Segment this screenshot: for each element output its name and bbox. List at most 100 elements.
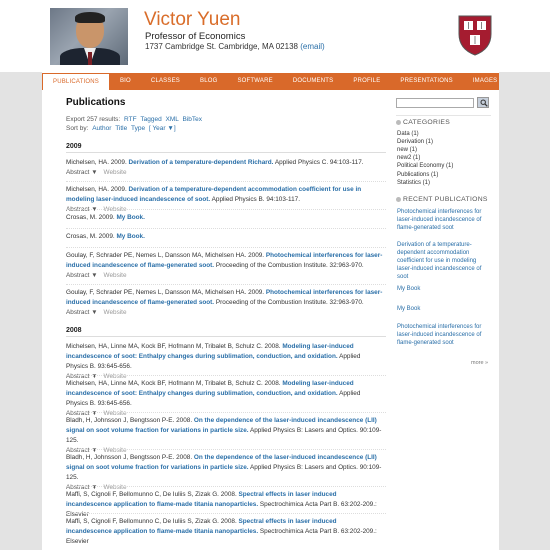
entry-authors: Bladh, H, Johnsson J, Bengtsson P-E. 200… (66, 417, 193, 424)
sort-type-link[interactable]: Type (131, 125, 145, 132)
entry-authors: Michelsen, HA. 2009. (66, 159, 127, 166)
entry-title-link[interactable]: Derivation of a temperature-dependent Ri… (129, 159, 274, 166)
recent-publication-link[interactable]: Photochemical interferences for laser-in… (397, 208, 489, 232)
publication-entry: Maffi, S, Cignoli F, Bellomunno C, De Iu… (66, 517, 384, 547)
entry-source: Applied Physics B. 94:103-117. (211, 196, 300, 203)
category-link[interactable]: new2 (1) (397, 155, 420, 161)
site-owner-name[interactable]: Victor Yuen (144, 9, 240, 31)
category-link[interactable]: new (1) (397, 147, 417, 153)
entry-authors: Maffi, S, Cignoli F, Bellomunno C, De Iu… (66, 518, 237, 525)
nav-item-blog[interactable]: BLOG (190, 73, 227, 90)
entry-links: Abstract ▼ Website (66, 271, 384, 281)
sort-bar: Sort by: Author Title Type [ Year ▼] (66, 125, 176, 132)
entry-authors: Crosas, M. 2009. (66, 233, 115, 240)
export-rtf-link[interactable]: RTF (124, 116, 137, 123)
publication-entry: Michelsen, HA. 2009. Derivation of a tem… (66, 185, 384, 215)
entry-separator (66, 486, 386, 487)
export-label: Export 257 results: (66, 116, 121, 123)
nav-item-documents[interactable]: DOCUMENTS (283, 73, 343, 90)
recent-publication-link[interactable]: Photochemical interferences for laser-in… (397, 323, 489, 347)
publication-entry: Bladh, H, Johnsson J, Bengtsson P-E. 200… (66, 416, 384, 456)
bullet-icon (396, 119, 401, 125)
nav-item-presentations[interactable]: PRESENTATIONS (390, 73, 462, 90)
entry-separator (66, 181, 386, 182)
year-divider (66, 336, 386, 337)
website-link[interactable]: Website (104, 272, 127, 279)
entry-links: Abstract ▼ Website (66, 308, 384, 318)
website-link[interactable]: Website (104, 169, 127, 176)
main-content: Publications (66, 93, 386, 108)
entry-links: Abstract ▼ Website (66, 168, 384, 178)
search-icon (480, 99, 488, 107)
entry-authors: Goulay, F, Schrader PE, Nemes L, Dansson… (66, 289, 265, 296)
export-xml-link[interactable]: XML (166, 116, 179, 123)
entry-separator (66, 209, 386, 210)
entry-authors: Michelsen, HA. 2009. (66, 186, 127, 193)
category-link[interactable]: Data (1) (397, 131, 419, 137)
entry-authors: Bladh, H, Johnsson J, Bengtsson P-E. 200… (66, 454, 193, 461)
category-link[interactable]: Derivation (1) (397, 139, 433, 145)
sort-title-link[interactable]: Title (115, 125, 127, 132)
category-link[interactable]: Political Economy (1) (397, 163, 453, 169)
recent-publication-link[interactable]: My Book (397, 285, 489, 293)
publication-entry: Crosas, M. 2009. My Book. (66, 213, 384, 223)
profile-photo (50, 8, 128, 65)
page-title: Publications (66, 97, 126, 108)
entry-separator (66, 284, 386, 285)
owner-title: Professor of Economics (145, 31, 246, 42)
entry-source: Proceeding of the Combustion Institute. … (215, 262, 364, 269)
sort-author-link[interactable]: Author (92, 125, 111, 132)
entry-authors: Michelsen, HA, Linne MA, Kock BF, Hofman… (66, 343, 281, 350)
export-bar: Export 257 results: RTF Tagged XML BibTe… (66, 116, 202, 123)
sidebar-divider (396, 115, 491, 116)
publication-entry: Maffi, S, Cignoli F, Bellomunno C, De Iu… (66, 490, 384, 520)
email-link[interactable]: (email) (300, 42, 324, 51)
recent-publication-link[interactable]: Derivation of a temperature-dependent ac… (397, 241, 489, 281)
search-button[interactable] (477, 97, 489, 108)
publication-entry: Bladh, H, Johnsson J, Bengtsson P-E. 200… (66, 453, 384, 493)
abstract-toggle[interactable]: Abstract ▼ (66, 272, 98, 279)
recent-publication-link[interactable]: My Book (397, 305, 489, 313)
publication-entry: Goulay, F, Schrader PE, Nemes L, Dansson… (66, 251, 384, 281)
entry-separator (66, 412, 386, 413)
search-input[interactable] (396, 98, 474, 108)
year-divider (66, 152, 386, 153)
entry-separator (66, 513, 386, 514)
nav-item-images[interactable]: IMAGES (463, 73, 508, 90)
export-tagged-link[interactable]: Tagged (140, 116, 161, 123)
category-link[interactable]: Statistics (1) (397, 180, 430, 186)
sort-year-link[interactable]: [ Year ▼] (149, 125, 176, 132)
categories-heading-label: CATEGORIES (403, 119, 451, 126)
entry-separator (66, 449, 386, 450)
entry-separator (66, 228, 386, 229)
entry-source: Proceeding of the Combustion Institute. … (215, 299, 364, 306)
recent-publications-heading: RECENT PUBLICATIONS (396, 196, 488, 203)
bullet-icon (396, 196, 401, 202)
owner-address: 1737 Cambridge St. Cambridge, MA 02138 (… (145, 42, 325, 51)
entry-separator (66, 247, 386, 248)
entry-authors: Goulay, F, Schrader PE, Nemes L, Dansson… (66, 252, 265, 259)
nav-item-bio[interactable]: BIO (110, 73, 141, 90)
publication-entry: Goulay, F, Schrader PE, Nemes L, Dansson… (66, 288, 384, 318)
year-heading-2008: 2008 (66, 327, 82, 334)
nav-item-profile[interactable]: PROFILE (343, 73, 390, 90)
harvard-shield-logo (458, 15, 492, 56)
nav-item-classes[interactable]: CLASSES (141, 73, 190, 90)
entry-title-link[interactable]: My Book. (116, 214, 144, 221)
category-link[interactable]: Publications (1) (397, 172, 438, 178)
site-header: Victor Yuen Professor of Economics 1737 … (0, 0, 550, 72)
publication-entry: Michelsen, HA, Linne MA, Kock BF, Hofman… (66, 379, 384, 419)
abstract-toggle[interactable]: Abstract ▼ (66, 169, 98, 176)
categories-heading: CATEGORIES (396, 119, 450, 126)
website-link[interactable]: Website (104, 309, 127, 316)
nav-item-publications[interactable]: PUBLICATIONS (42, 73, 110, 90)
year-heading-2009: 2009 (66, 143, 82, 150)
entry-source: Applied Physics C. 94:103-117. (274, 159, 364, 166)
entry-title-link[interactable]: My Book. (116, 233, 144, 240)
entry-authors: Crosas, M. 2009. (66, 214, 115, 221)
more-link[interactable]: more » (471, 360, 488, 366)
nav-item-software[interactable]: SOFTWARE (227, 73, 282, 90)
export-bibtex-link[interactable]: BibTex (182, 116, 202, 123)
abstract-toggle[interactable]: Abstract ▼ (66, 309, 98, 316)
entry-authors: Michelsen, HA, Linne MA, Kock BF, Hofman… (66, 380, 281, 387)
